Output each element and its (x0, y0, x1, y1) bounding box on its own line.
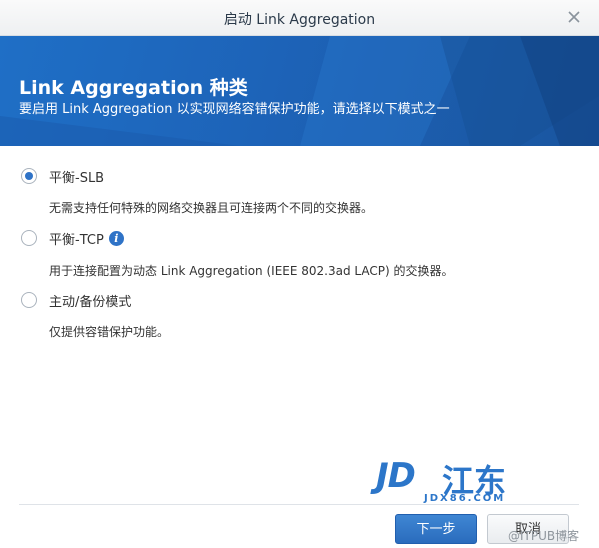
option-label: 平衡-SLB (49, 170, 105, 186)
watermark-csdn: @ITPUB博客 (508, 529, 580, 543)
info-icon[interactable]: i (108, 230, 124, 246)
radio-balance-tcp[interactable] (21, 230, 37, 246)
option-description: 无需支持任何特殊的网络交换器且可连接两个不同的交换器。 (49, 201, 374, 215)
option-description: 用于连接配置为动态 Link Aggregation (IEEE 802.3ad… (49, 264, 454, 278)
option-active-backup[interactable]: 主动/备份模式 (21, 290, 131, 310)
watermark-jd: JD (376, 456, 416, 496)
dialog-titlebar: 启动 Link Aggregation (0, 0, 599, 36)
next-button[interactable]: 下一步 (395, 514, 477, 544)
option-balance-slb[interactable]: 平衡-SLB (21, 166, 104, 186)
watermark-url: JDX86.COM (424, 493, 506, 504)
footer-divider (19, 504, 579, 505)
dialog-title: 启动 Link Aggregation (223, 12, 376, 28)
close-icon[interactable] (565, 8, 583, 26)
option-description: 仅提供容错保护功能。 (49, 325, 170, 339)
option-label: 主动/备份模式 (49, 294, 132, 310)
header-banner: Link Aggregation 种类 要启用 Link Aggregation… (0, 36, 599, 146)
banner-subtitle: 要启用 Link Aggregation 以实现网络容错保护功能，请选择以下模式… (19, 102, 450, 117)
banner-heading: Link Aggregation 种类 (19, 77, 248, 99)
radio-balance-slb[interactable] (21, 168, 37, 184)
watermark-logo: JD 江东 JDX86.COM (376, 456, 576, 504)
option-label: 平衡-TCP (49, 232, 104, 248)
radio-active-backup[interactable] (21, 292, 37, 308)
option-balance-tcp[interactable]: 平衡-TCP i (21, 228, 124, 248)
